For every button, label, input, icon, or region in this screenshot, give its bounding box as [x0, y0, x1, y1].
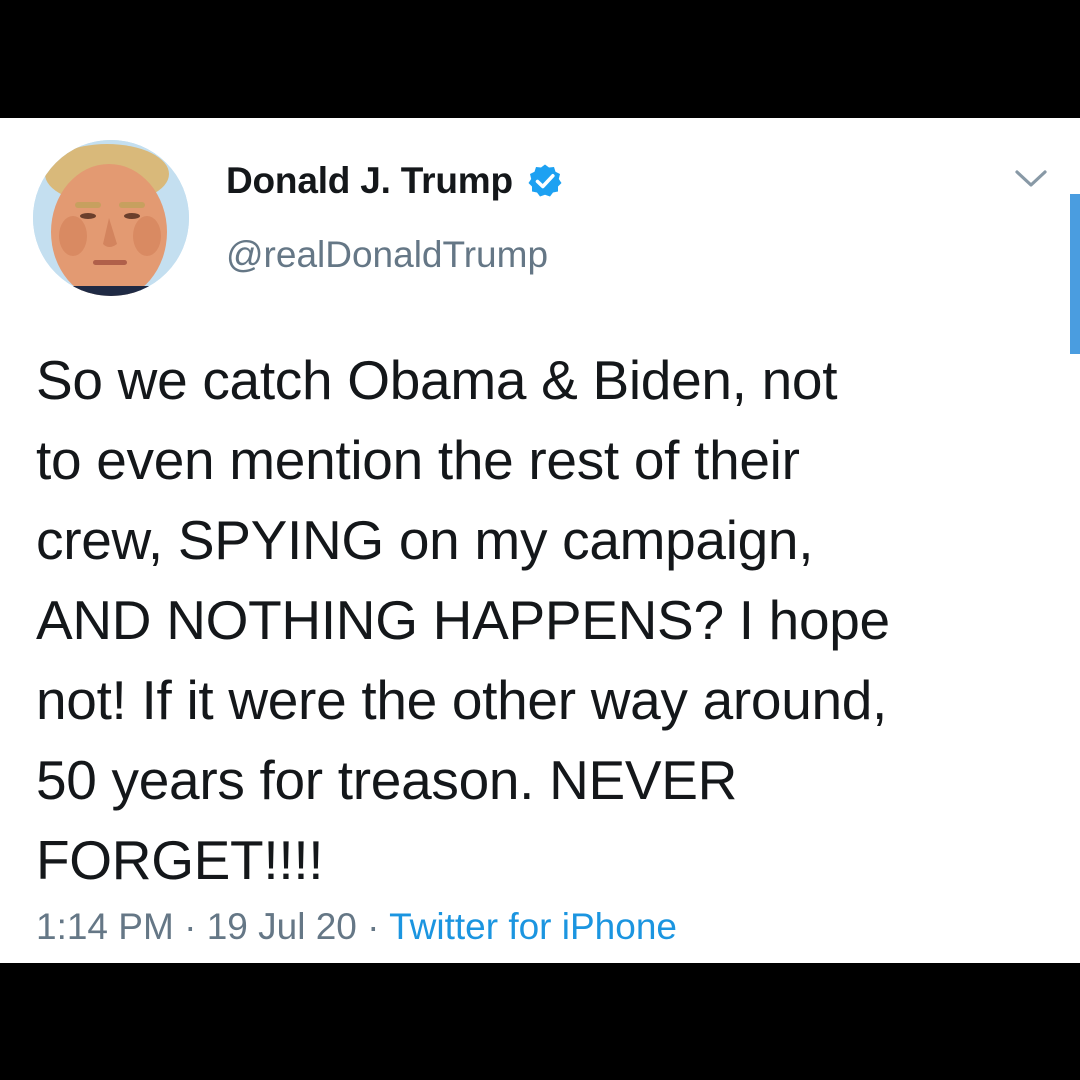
verified-badge-icon	[527, 163, 563, 199]
tweet-text-line: AND NOTHING HAPPENS? I hope	[36, 589, 890, 651]
display-name[interactable]: Donald J. Trump	[226, 160, 513, 202]
tweet-source-link[interactable]: Twitter for iPhone	[389, 906, 677, 947]
meta-separator: ·	[356, 906, 390, 947]
tweet-time[interactable]: 1:14 PM	[36, 906, 174, 947]
chevron-down-icon[interactable]	[1014, 168, 1048, 190]
tweet-text-line: not! If it were the other way around,	[36, 669, 888, 731]
tweet-metadata: 1:14 PM · 19 Jul 20 · Twitter for iPhone	[36, 906, 677, 948]
tweet-date[interactable]: 19 Jul 20	[207, 906, 357, 947]
scrollbar[interactable]	[1070, 194, 1080, 354]
tweet-text-line: 50 years for treason. NEVER	[36, 749, 738, 811]
user-handle[interactable]: @realDonaldTrump	[226, 234, 548, 276]
author-row: Donald J. Trump	[226, 160, 563, 202]
tweet-text-line: So we catch Obama & Biden, not	[36, 349, 838, 411]
meta-separator: ·	[173, 906, 207, 947]
tweet-text-line: FORGET!!!!	[36, 829, 324, 891]
tweet-text: So we catch Obama & Biden, not to even m…	[36, 340, 1046, 900]
avatar[interactable]	[33, 140, 189, 296]
avatar-image	[33, 140, 189, 296]
tweet-text-line: to even mention the rest of their	[36, 429, 800, 491]
tweet-card: Donald J. Trump @realDonaldTrump So we c…	[0, 118, 1080, 963]
tweet-text-line: crew, SPYING on my campaign,	[36, 509, 814, 571]
scrollbar-thumb[interactable]	[1070, 194, 1080, 354]
